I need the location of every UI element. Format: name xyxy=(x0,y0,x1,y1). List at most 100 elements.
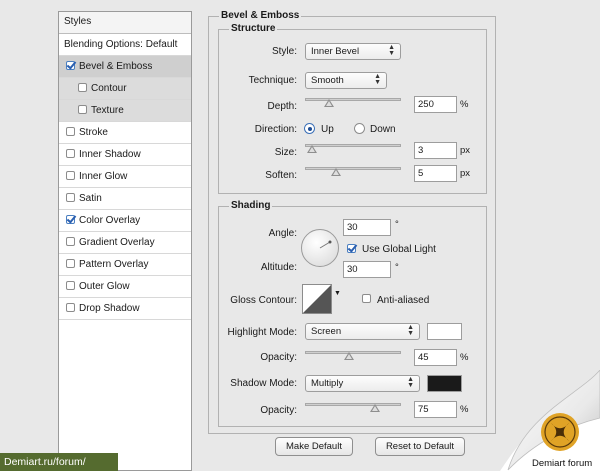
technique-dropdown[interactable]: Smooth ▲ ▼ xyxy=(305,72,387,89)
style-dropdown[interactable]: Inner Bevel ▲ ▼ xyxy=(305,43,401,60)
bevel-emboss-title: Bevel & Emboss xyxy=(219,10,302,21)
style-checkbox[interactable] xyxy=(78,105,87,114)
technique-label: Technique: xyxy=(248,75,297,86)
style-item-pattern-overlay[interactable]: Pattern Overlay xyxy=(59,254,191,276)
style-item-label: Drop Shadow xyxy=(79,303,140,314)
style-item-label: Blending Options: Default xyxy=(64,39,178,50)
soften-slider-thumb[interactable] xyxy=(330,168,341,176)
shadow-opacity-input[interactable]: 75 xyxy=(414,401,457,418)
structure-title: Structure xyxy=(229,23,278,34)
make-default-button[interactable]: Make Default xyxy=(275,437,353,456)
style-item-inner-shadow[interactable]: Inner Shadow xyxy=(59,144,191,166)
style-checkbox[interactable] xyxy=(66,215,75,224)
shadow-mode-value: Multiply xyxy=(311,378,344,389)
style-item-inner-glow[interactable]: Inner Glow xyxy=(59,166,191,188)
shadow-opacity-thumb[interactable] xyxy=(369,404,380,412)
style-item-satin[interactable]: Satin xyxy=(59,188,191,210)
angle-dial-marker-icon xyxy=(319,240,332,249)
style-checkbox[interactable] xyxy=(66,149,75,158)
highlight-opacity-slider[interactable] xyxy=(305,349,401,360)
style-item-gradient-overlay[interactable]: Gradient Overlay xyxy=(59,232,191,254)
technique-dropdown-value: Smooth xyxy=(311,75,344,86)
soften-slider[interactable] xyxy=(305,165,401,176)
styles-header[interactable]: Styles xyxy=(59,12,191,34)
shading-title: Shading xyxy=(229,200,273,211)
style-item-label: Pattern Overlay xyxy=(79,259,149,270)
depth-input[interactable]: 250 xyxy=(414,96,457,113)
shadow-mode-dropdown[interactable]: Multiply ▲ ▼ xyxy=(305,375,420,392)
shadow-mode-label: Shadow Mode: xyxy=(230,378,297,389)
style-checkbox[interactable] xyxy=(66,61,75,70)
direction-label: Direction: xyxy=(254,124,297,135)
demiart-forum-brand: Demiart forum xyxy=(532,458,593,469)
highlight-opacity-input[interactable]: 45 xyxy=(414,349,457,366)
contour-preview-icon xyxy=(303,285,331,313)
style-item-texture[interactable]: Texture xyxy=(59,100,191,122)
style-item-label: Inner Shadow xyxy=(79,149,141,160)
highlight-mode-dropdown[interactable]: Screen ▲ ▼ xyxy=(305,323,420,340)
gloss-contour-picker[interactable] xyxy=(302,284,332,314)
gloss-contour-dropdown-arrow-icon[interactable]: ▼ xyxy=(334,290,341,297)
shadow-color-swatch[interactable] xyxy=(427,375,462,392)
direction-down-label[interactable]: Down xyxy=(370,124,396,135)
angle-label: Angle: xyxy=(268,228,297,239)
style-item-contour[interactable]: Contour xyxy=(59,78,191,100)
direction-down-radio[interactable] xyxy=(354,123,365,134)
direction-up-label[interactable]: Up xyxy=(321,124,334,135)
dropdown-arrows-icon: ▲ ▼ xyxy=(374,73,381,86)
style-item-blending-options-default[interactable]: Blending Options: Default xyxy=(59,34,191,56)
use-global-light-checkbox[interactable] xyxy=(347,244,356,253)
style-item-drop-shadow[interactable]: Drop Shadow xyxy=(59,298,191,320)
anti-aliased-checkbox[interactable] xyxy=(362,294,371,303)
style-dropdown-value: Inner Bevel xyxy=(311,46,360,57)
style-item-label: Color Overlay xyxy=(79,215,141,226)
style-item-bevel-emboss[interactable]: Bevel & Emboss xyxy=(59,56,191,78)
reset-to-default-button[interactable]: Reset to Default xyxy=(375,437,465,456)
highlight-color-swatch[interactable] xyxy=(427,323,462,340)
dropdown-arrows-icon: ▲ ▼ xyxy=(407,376,414,389)
depth-slider-thumb[interactable] xyxy=(323,99,334,107)
anti-aliased-label[interactable]: Anti-aliased xyxy=(377,295,429,306)
depth-slider[interactable] xyxy=(305,96,401,107)
style-checkbox[interactable] xyxy=(66,281,75,290)
bevel-emboss-panel: Bevel & Emboss Structure Style: Inner Be… xyxy=(205,0,496,471)
direction-up-radio[interactable] xyxy=(304,123,315,134)
altitude-unit: ° xyxy=(395,262,399,273)
style-item-stroke[interactable]: Stroke xyxy=(59,122,191,144)
style-checkbox[interactable] xyxy=(66,237,75,246)
style-item-label: Satin xyxy=(79,193,102,204)
size-input[interactable]: 3 xyxy=(414,142,457,159)
use-global-light-label[interactable]: Use Global Light xyxy=(362,244,436,255)
highlight-opacity-unit: % xyxy=(460,352,469,363)
size-slider[interactable] xyxy=(305,142,401,153)
angle-input[interactable]: 30 xyxy=(343,219,391,236)
size-label: Size: xyxy=(274,147,297,158)
highlight-mode-label: Highlight Mode: xyxy=(227,327,297,338)
style-item-label: Outer Glow xyxy=(79,281,130,292)
style-item-outer-glow[interactable]: Outer Glow xyxy=(59,276,191,298)
soften-unit: px xyxy=(460,168,471,179)
dropdown-arrows-icon: ▲ ▼ xyxy=(388,44,395,57)
style-checkbox[interactable] xyxy=(66,303,75,312)
size-slider-thumb[interactable] xyxy=(306,145,317,153)
style-item-label: Inner Glow xyxy=(79,171,128,182)
highlight-mode-value: Screen xyxy=(311,326,342,337)
highlight-opacity-thumb[interactable] xyxy=(343,352,354,360)
highlight-opacity-label: Opacity: xyxy=(260,352,297,363)
style-checkbox[interactable] xyxy=(78,83,87,92)
style-label: Style: xyxy=(271,46,297,57)
style-checkbox[interactable] xyxy=(66,127,75,136)
angle-dial[interactable] xyxy=(301,229,339,267)
style-checkbox[interactable] xyxy=(66,171,75,180)
altitude-input[interactable]: 30 xyxy=(343,261,391,278)
depth-unit: % xyxy=(460,99,469,110)
style-checkbox[interactable] xyxy=(66,259,75,268)
style-item-label: Contour xyxy=(91,83,127,94)
style-item-label: Texture xyxy=(91,105,124,116)
shadow-opacity-slider[interactable] xyxy=(305,401,401,412)
shadow-opacity-unit: % xyxy=(460,404,469,415)
soften-input[interactable]: 5 xyxy=(414,165,457,182)
dropdown-arrows-icon: ▲ ▼ xyxy=(407,324,414,337)
style-checkbox[interactable] xyxy=(66,193,75,202)
style-item-color-overlay[interactable]: Color Overlay xyxy=(59,210,191,232)
